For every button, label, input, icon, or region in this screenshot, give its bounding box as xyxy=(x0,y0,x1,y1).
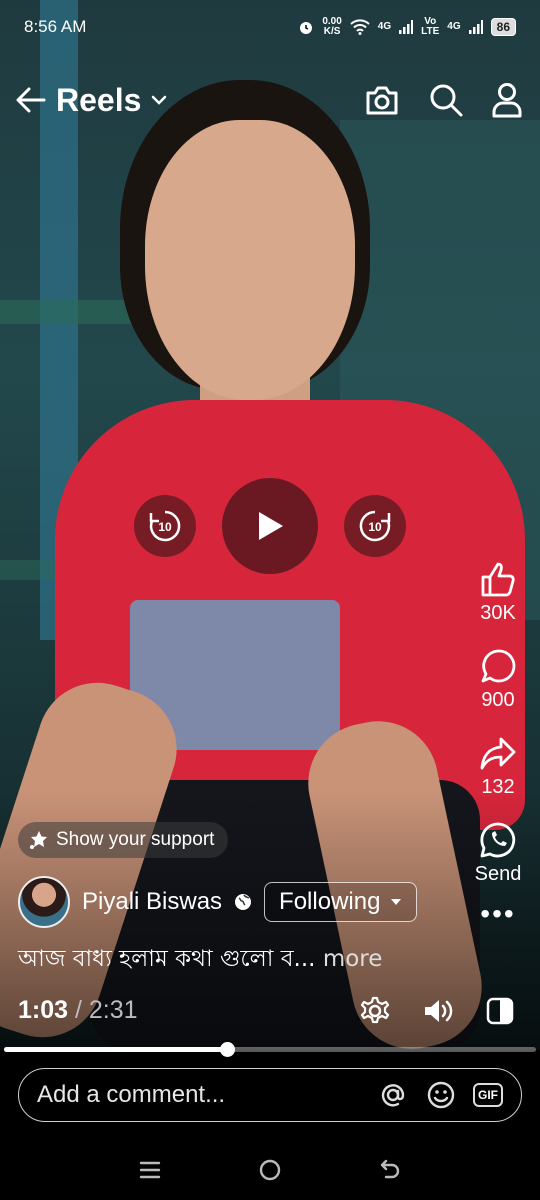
rewind-10-button[interactable]: 10 xyxy=(134,495,196,557)
home-icon[interactable] xyxy=(258,1158,282,1182)
network-4g: 4G xyxy=(377,21,392,32)
network-4g-2: 4G xyxy=(447,21,461,32)
recent-apps-icon[interactable] xyxy=(138,1158,162,1182)
share-count: 132 xyxy=(481,776,515,798)
comment-count: 900 xyxy=(481,689,515,711)
support-label: Show your support xyxy=(56,829,215,850)
author-name[interactable]: Piyali Biswas xyxy=(82,888,222,916)
send-whatsapp-button[interactable]: Send xyxy=(474,821,522,886)
profile-icon[interactable] xyxy=(492,82,522,118)
author-row: Piyali Biswas Following xyxy=(18,876,418,928)
more-options-button[interactable]: ••• xyxy=(480,900,515,928)
current-time: 1:03 xyxy=(18,996,69,1024)
send-label: Send xyxy=(474,863,522,885)
like-button[interactable]: 30K xyxy=(479,560,517,625)
share-button[interactable]: 132 xyxy=(479,734,517,799)
header-actions xyxy=(364,82,522,118)
wifi-icon xyxy=(350,19,370,35)
comment-input[interactable]: Add a comment... GIF xyxy=(18,1068,522,1122)
following-button[interactable]: Following xyxy=(264,882,418,922)
comment-bubble-icon xyxy=(481,649,516,683)
play-button[interactable] xyxy=(222,478,318,574)
forward-seconds: 10 xyxy=(368,520,382,534)
volume-icon[interactable] xyxy=(422,996,454,1026)
status-time: 8:56 AM xyxy=(24,17,87,36)
caption-text: আজ বাধ্য হলাম কথা গুলো ব... xyxy=(18,946,316,972)
progress-scrubber[interactable] xyxy=(220,1042,236,1057)
reel-caption[interactable]: আজ বাধ্য হলাম কথা গুলো ব... more xyxy=(18,940,382,979)
back-arrow-icon[interactable] xyxy=(14,83,48,117)
action-rail: 30K 900 132 Send ••• xyxy=(470,560,526,928)
rewind-10-icon: 10 xyxy=(149,510,181,542)
video-subject xyxy=(145,120,355,400)
avatar[interactable] xyxy=(18,876,70,928)
time-separator: / xyxy=(75,996,82,1024)
comment-input-actions: GIF xyxy=(377,1079,503,1111)
forward-10-button[interactable]: 10 xyxy=(344,495,406,557)
comment-button[interactable]: 900 xyxy=(479,647,517,712)
header-left: Reels xyxy=(14,82,169,119)
back-nav-icon[interactable] xyxy=(378,1158,402,1182)
share-arrow-icon xyxy=(480,737,516,770)
like-count: 30K xyxy=(480,602,516,624)
mention-icon[interactable] xyxy=(377,1079,409,1111)
reels-header: Reels xyxy=(14,72,522,128)
video-settings-controls xyxy=(360,996,514,1026)
playback-controls: 10 10 xyxy=(134,478,406,574)
progress-fill xyxy=(4,1047,228,1052)
play-icon xyxy=(259,512,283,540)
playback-time: 1:03 / 2:31 xyxy=(18,996,138,1025)
following-label: Following xyxy=(279,888,381,915)
caption-more-link[interactable]: more xyxy=(323,946,383,972)
gif-button[interactable]: GIF xyxy=(473,1083,503,1107)
show-support-button[interactable]: Show your support xyxy=(18,822,229,858)
video-background xyxy=(0,300,140,324)
rewind-seconds: 10 xyxy=(158,520,172,534)
page-title[interactable]: Reels xyxy=(56,82,141,119)
comment-placeholder: Add a comment... xyxy=(37,1081,226,1108)
chevron-down-icon[interactable] xyxy=(149,90,169,110)
signal-icon xyxy=(399,20,414,34)
battery-indicator: 86 xyxy=(490,18,516,36)
caret-down-icon xyxy=(391,899,402,905)
status-bar: 8:56 AM 0.00 K/S 4G Vo LTE 4G 86 xyxy=(0,0,540,54)
signal-icon xyxy=(468,20,483,34)
network-speed: 0.00 K/S xyxy=(322,16,342,37)
video-progress-bar[interactable] xyxy=(4,1042,536,1057)
search-icon[interactable] xyxy=(428,82,464,118)
fullscreen-toggle-icon[interactable] xyxy=(486,997,514,1025)
stars-support-icon xyxy=(30,831,47,849)
alarm-icon xyxy=(300,22,313,34)
system-navigation-bar xyxy=(0,1140,540,1200)
status-icons: 0.00 K/S 4G Vo LTE 4G 86 xyxy=(298,17,516,37)
forward-10-icon: 10 xyxy=(359,510,391,542)
volte-indicator: Vo LTE xyxy=(421,16,440,37)
thumbs-up-icon xyxy=(481,562,515,597)
camera-icon[interactable] xyxy=(364,83,400,117)
emoji-icon[interactable] xyxy=(425,1079,457,1111)
globe-icon xyxy=(235,894,252,910)
total-duration: 2:31 xyxy=(88,996,138,1024)
settings-gear-icon[interactable] xyxy=(360,996,390,1026)
whatsapp-icon xyxy=(480,822,516,858)
